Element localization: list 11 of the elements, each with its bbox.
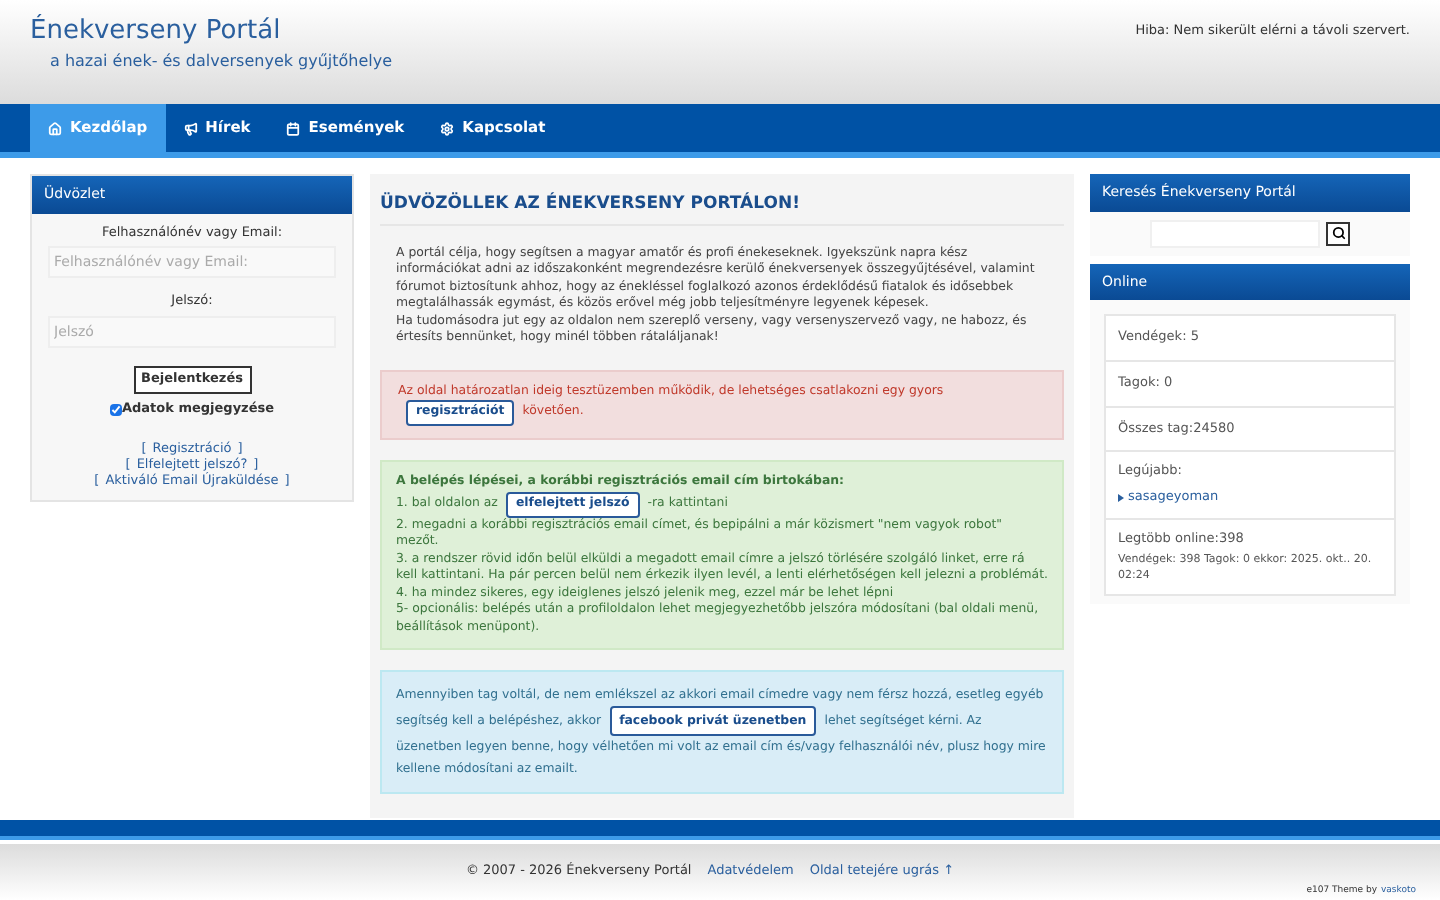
search-icon bbox=[1331, 226, 1345, 240]
home-icon bbox=[48, 121, 62, 135]
triangle-icon bbox=[1118, 493, 1124, 502]
page-heading: ÜDVÖZÖLLEK AZ ÉNEKVERSENY PORTÁLON! bbox=[380, 196, 1064, 225]
settings-icon bbox=[440, 121, 455, 135]
site-subtitle: a hazai ének- és dalversenyek gyűjtőhelye bbox=[48, 50, 393, 74]
remember-checkbox[interactable] bbox=[109, 403, 122, 416]
site-title[interactable]: Énekverseny Portál bbox=[30, 16, 393, 48]
calendar-icon bbox=[286, 121, 301, 135]
search-button[interactable] bbox=[1326, 221, 1350, 245]
megaphone-icon bbox=[183, 121, 198, 135]
